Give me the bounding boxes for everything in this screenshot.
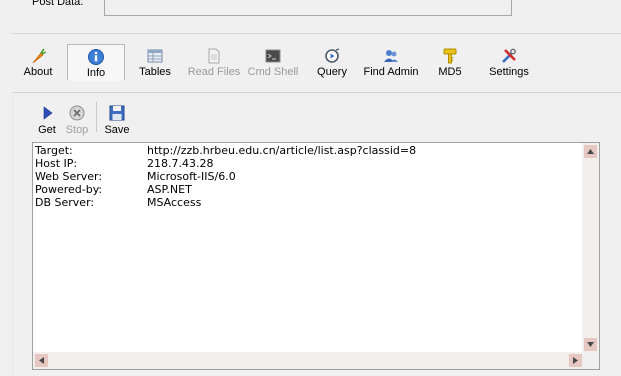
carrot-icon: [32, 48, 47, 64]
triangle-left-icon: [39, 357, 44, 364]
save-button[interactable]: Save: [102, 104, 132, 136]
find-admin-button[interactable]: Find Admin: [362, 44, 420, 81]
info-content: Target: http://zzb.hrbeu.edu.cn/article/…: [35, 144, 416, 209]
info-row-web-server: Web Server: Microsoft-IIS/6.0: [35, 170, 416, 183]
tables-button[interactable]: Tables: [134, 44, 176, 81]
scroll-left-arrow[interactable]: [35, 354, 48, 367]
triangle-down-icon: [587, 342, 594, 347]
horizontal-scrollbar[interactable]: [33, 352, 584, 369]
stop-button[interactable]: Stop: [64, 104, 90, 136]
info-key: DB Server:: [35, 196, 95, 209]
info-row-host-ip: Host IP: 218.7.43.28: [35, 157, 416, 170]
tools-icon: [502, 48, 516, 63]
info-value: Microsoft-IIS/6.0: [147, 170, 236, 183]
key-icon: [443, 48, 457, 64]
info-value: 218.7.43.28: [147, 157, 214, 170]
toolbar-separator: [96, 102, 97, 132]
info-key: Host IP:: [35, 157, 78, 170]
triangle-up-icon: [587, 149, 594, 154]
scroll-up-arrow[interactable]: [584, 145, 597, 158]
query-icon: [325, 48, 340, 63]
document-icon: [208, 48, 220, 64]
info-row-target: Target: http://zzb.hrbeu.edu.cn/article/…: [35, 144, 416, 157]
terminal-icon: [265, 49, 281, 63]
info-icon: [88, 49, 104, 65]
info-value: MSAccess: [147, 196, 202, 209]
md5-button[interactable]: MD5: [434, 44, 466, 81]
scrollbar-corner: [582, 352, 599, 369]
info-button[interactable]: Info: [67, 44, 125, 81]
stop-icon: [69, 105, 85, 121]
info-row-db-server: DB Server: MSAccess: [35, 196, 416, 209]
info-row-powered-by: Powered-by: ASP.NET: [35, 183, 416, 196]
main-toolbar: About Info Tables Read Files Cmd Shell Q…: [0, 44, 621, 82]
get-button[interactable]: Get: [36, 104, 58, 136]
info-output-textarea[interactable]: Target: http://zzb.hrbeu.edu.cn/article/…: [32, 142, 600, 370]
vertical-scrollbar[interactable]: [582, 143, 599, 353]
users-icon: [384, 50, 398, 62]
query-button[interactable]: Query: [312, 44, 352, 81]
post-data-input[interactable]: [104, 0, 512, 16]
divider: [12, 33, 621, 34]
play-icon: [43, 106, 53, 120]
info-key: Target:: [35, 144, 73, 157]
scroll-right-arrow[interactable]: [569, 354, 582, 367]
info-key: Web Server:: [35, 170, 103, 183]
settings-button[interactable]: Settings: [486, 44, 532, 81]
cmd-shell-button[interactable]: Cmd Shell: [246, 44, 300, 81]
info-key: Powered-by:: [35, 183, 103, 196]
info-value: http://zzb.hrbeu.edu.cn/article/list.asp…: [147, 144, 417, 157]
floppy-disk-icon: [109, 105, 125, 121]
read-files-button[interactable]: Read Files: [186, 44, 242, 81]
scroll-down-arrow[interactable]: [584, 338, 597, 351]
table-icon: [147, 49, 163, 63]
post-data-label: Post Data:: [32, 0, 84, 8]
triangle-right-icon: [573, 357, 578, 364]
info-value: ASP.NET: [147, 183, 192, 196]
about-button[interactable]: About: [16, 44, 60, 81]
